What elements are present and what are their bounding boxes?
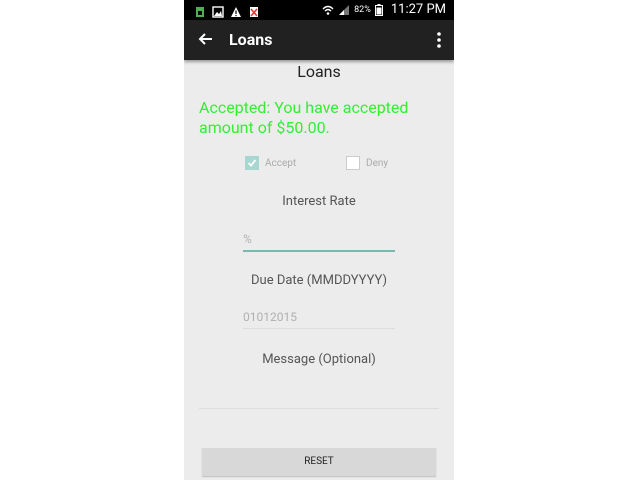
toolbar-title: Loans	[229, 30, 273, 49]
battery-percent: 82%	[354, 4, 371, 15]
clock: 11:27 PM	[390, 2, 446, 17]
warning-icon	[230, 3, 242, 17]
status-right: 82% 11:27 PM	[322, 2, 446, 17]
reset-button[interactable]: RESET	[202, 448, 436, 476]
due-date-placeholder: 01012015	[243, 310, 297, 324]
no-sd-icon	[248, 3, 260, 17]
gallery-icon	[212, 3, 224, 18]
overflow-menu-icon[interactable]	[434, 30, 444, 50]
arrow-left-icon[interactable]	[196, 29, 216, 49]
message-input[interactable]	[199, 408, 439, 409]
interest-rate-input[interactable]: %	[243, 228, 395, 252]
status-bar: 82% 11:27 PM	[184, 0, 454, 20]
notification-icons	[194, 3, 260, 18]
deny-checkbox[interactable]	[346, 156, 360, 170]
due-date-label: Due Date (MMDDYYYY)	[251, 273, 387, 288]
deny-label: Deny	[366, 157, 389, 169]
sim-icon	[194, 3, 206, 17]
accept-option[interactable]: Accept	[245, 156, 296, 170]
page-title: Loans	[297, 62, 341, 81]
app-toolbar: Loans	[184, 20, 454, 60]
message-label: Message (Optional)	[262, 352, 376, 367]
interest-rate-label: Interest Rate	[282, 194, 356, 209]
battery-icon	[374, 3, 387, 16]
accept-label: Accept	[265, 157, 297, 169]
status-message: Accepted: You have accepted amount of $5…	[199, 98, 409, 137]
accept-checkbox[interactable]	[245, 156, 259, 170]
signal-icon	[338, 4, 350, 16]
due-date-input[interactable]: 01012015	[243, 306, 395, 329]
wifi-icon	[322, 4, 334, 16]
phone-screen: 82% 11:27 PM Loans Loans Accepted: You h…	[184, 0, 454, 480]
deny-option[interactable]: Deny	[346, 156, 388, 170]
interest-rate-placeholder: %	[243, 232, 252, 246]
